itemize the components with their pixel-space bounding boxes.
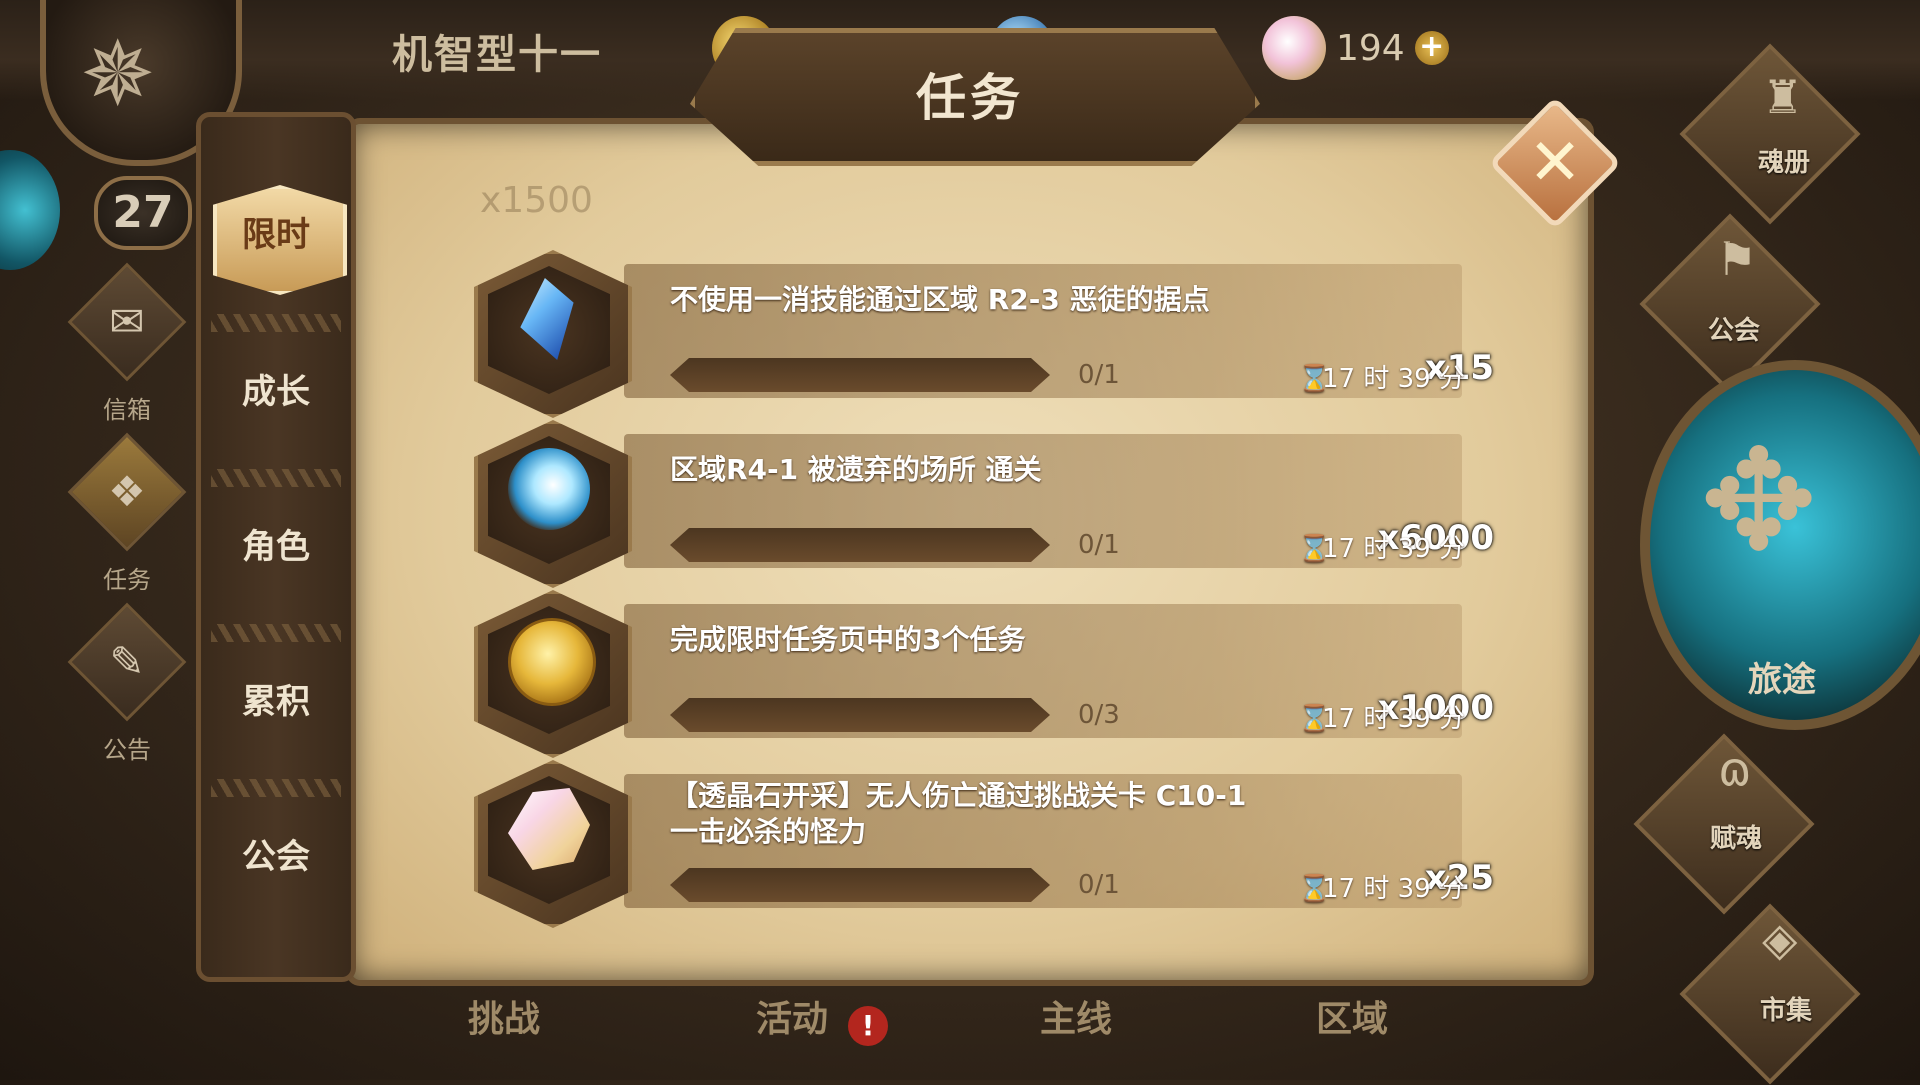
- quest-row[interactable]: x15 不使用一消技能通过区域 R2-3 恶徒的据点 0/1 ⌛17 时 39 …: [474, 250, 1494, 418]
- tab-cumulative[interactable]: 累积: [201, 624, 351, 762]
- hourglass-icon: ⌛: [1298, 534, 1331, 564]
- timer-text: 17 时 39 分: [1322, 364, 1465, 394]
- nav-challenge[interactable]: 挑战: [468, 990, 540, 1042]
- market-label: 市集: [1760, 996, 1813, 1026]
- crest-icon: ✵: [80, 22, 156, 127]
- tab-guild[interactable]: 公会: [201, 779, 351, 917]
- tab-growth[interactable]: 成长: [201, 314, 351, 452]
- progress-bar: [670, 358, 1050, 392]
- nav-main-story[interactable]: 主线: [1040, 990, 1112, 1042]
- soul-orb-icon: [508, 448, 590, 530]
- quest-timer: ⌛17 时 39 分: [1298, 868, 1478, 905]
- task-badge-icon: ❖: [108, 467, 146, 516]
- progress-bar: [670, 528, 1050, 562]
- timer-text: 17 时 39 分: [1322, 704, 1465, 734]
- tab-character[interactable]: 角色: [201, 469, 351, 607]
- quest-timer: ⌛17 时 39 分: [1298, 698, 1478, 735]
- gold-coin-icon: [508, 618, 596, 706]
- nav-area[interactable]: 区域: [1316, 990, 1388, 1042]
- progress-count: 0/3: [1078, 700, 1120, 730]
- tasks-button[interactable]: ❖ 任务: [67, 432, 187, 600]
- journey-emblem-icon: ✥: [1700, 420, 1818, 583]
- timer-text: 17 时 39 分: [1322, 874, 1465, 904]
- nav-event[interactable]: 活动: [756, 990, 828, 1042]
- quest-timer: ⌛17 时 39 分: [1298, 358, 1478, 395]
- quest-tabs: 限时 成长 角色 累积 公会: [196, 112, 356, 982]
- quest-description: 【透晶石开采】无人伤亡通过挑战关卡 C10-1 一击必杀的怪力: [670, 779, 1247, 848]
- notice-label: 公告: [103, 736, 151, 764]
- tasks-label: 任务: [103, 566, 151, 594]
- quest-row[interactable]: x1000 完成限时任务页中的3个任务 0/3 ⌛17 时 39 分: [474, 590, 1494, 758]
- quest-row[interactable]: x25 【透晶石开采】无人伤亡通过挑战关卡 C10-1 一击必杀的怪力 0/1 …: [474, 760, 1494, 928]
- journey-label: 旅途: [1748, 660, 1816, 700]
- element-orb-icon: [0, 150, 60, 270]
- soulbook-label: 魂册: [1758, 148, 1811, 178]
- soulgift-label: 赋魂: [1710, 824, 1763, 854]
- panel-title: 任务: [916, 69, 1024, 127]
- guild-menu-label: 公会: [1708, 316, 1761, 346]
- scrolled-quest-row: x1500: [480, 180, 593, 221]
- alert-badge: !: [848, 1006, 888, 1046]
- gem-icon: [1262, 16, 1326, 80]
- progress-count: 0/1: [1078, 530, 1120, 560]
- swirl-icon: ɷ: [1718, 742, 1752, 796]
- player-name: 机智型十一: [392, 32, 602, 78]
- scroll-icon: ✎: [109, 637, 145, 686]
- hourglass-icon: ⌛: [1298, 874, 1331, 904]
- mail-icon: ✉: [109, 297, 145, 346]
- progress-bar: [670, 868, 1050, 902]
- hourglass-icon: ⌛: [1298, 704, 1331, 734]
- quest-description: 完成限时任务页中的3个任务: [670, 623, 1026, 656]
- mailbox-button[interactable]: ✉ 信箱: [67, 262, 187, 430]
- gem-shop-icon: ◈: [1762, 912, 1798, 966]
- progress-count: 0/1: [1078, 360, 1120, 390]
- add-gems-button[interactable]: +: [1414, 31, 1449, 65]
- gem-amount: 194: [1336, 27, 1405, 69]
- helmet-icon: ♜: [1762, 70, 1804, 124]
- close-icon[interactable]: ✕: [1508, 116, 1602, 210]
- gem-currency: 194 +: [1262, 14, 1449, 82]
- tab-label: 限时: [242, 215, 310, 255]
- quest-description: 不使用一消技能通过区域 R2-3 恶徒的据点: [670, 283, 1210, 316]
- quest-description: 区域R4-1 被遗弃的场所 通关: [670, 453, 1042, 486]
- mailbox-label: 信箱: [103, 396, 151, 424]
- timer-text: 17 时 39 分: [1322, 534, 1465, 564]
- quest-timer: ⌛17 时 39 分: [1298, 528, 1478, 565]
- quest-row[interactable]: x6000 区域R4-1 被遗弃的场所 通关 0/1 ⌛17 时 39 分: [474, 420, 1494, 588]
- player-level: 27: [94, 176, 192, 250]
- progress-count: 0/1: [1078, 870, 1120, 900]
- notice-button[interactable]: ✎ 公告: [67, 602, 187, 770]
- banner-icon: ⚑: [1716, 232, 1758, 286]
- progress-bar: [670, 698, 1050, 732]
- hourglass-icon: ⌛: [1298, 364, 1331, 394]
- tab-limited-time[interactable]: 限时: [201, 175, 351, 295]
